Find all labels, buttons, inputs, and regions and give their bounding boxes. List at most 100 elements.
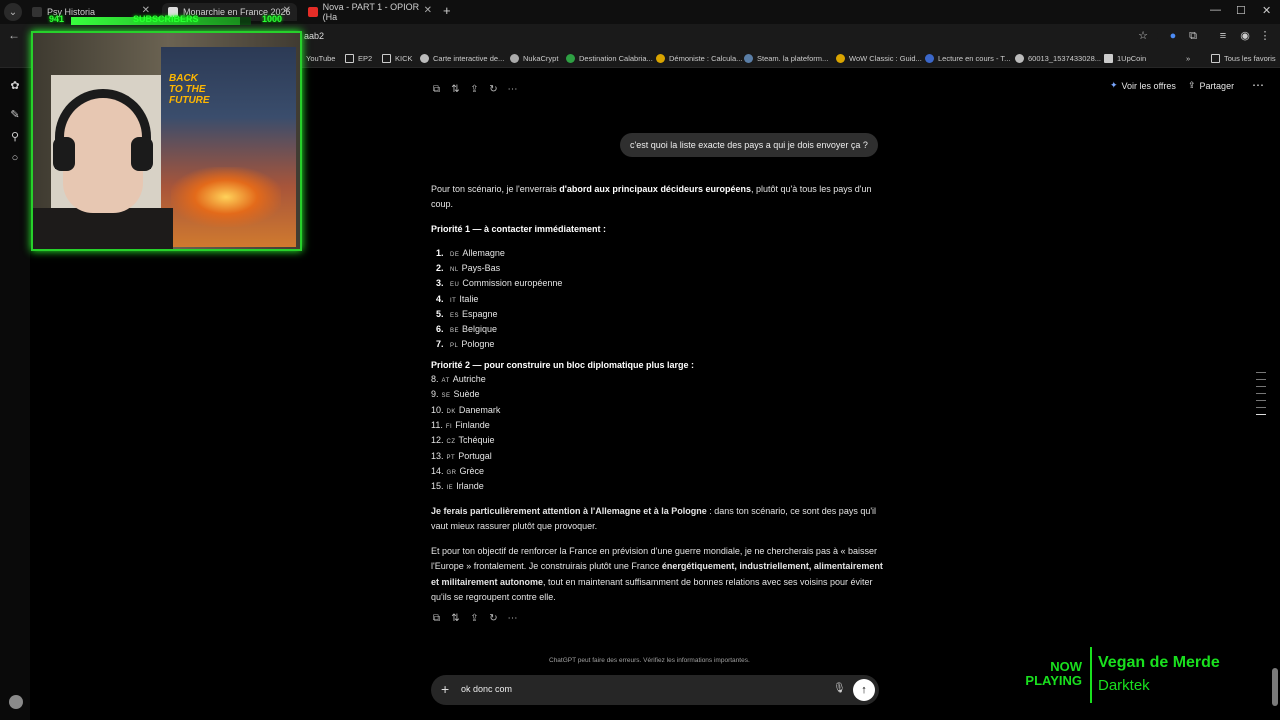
regenerate-icon[interactable]: ↻ [488, 613, 499, 624]
bookmark-label: YouTube [306, 53, 336, 63]
new-chat-icon[interactable]: ✎ [9, 109, 21, 121]
more-options-icon[interactable]: ⋯ [1252, 78, 1264, 92]
bookmark-label: Lecture en cours - T... [938, 53, 1011, 63]
country-name: Allemagne [462, 248, 505, 258]
country-list-item: 3. EU Commission européenne [436, 278, 562, 288]
flag-icon: NL [450, 267, 459, 274]
flag-icon: EU [450, 282, 460, 289]
bookmark-lecture[interactable]: Lecture en cours - T... [925, 51, 1010, 65]
tab-search-button[interactable]: ⌄ [4, 3, 22, 21]
tab-media-icon[interactable]: ≡ [1216, 29, 1230, 43]
bookmark-kick[interactable]: KICK [382, 51, 413, 65]
bookmark-nukacrypt[interactable]: NukaCrypt [510, 51, 558, 65]
bookmarks-overflow-icon[interactable]: » [1186, 51, 1190, 65]
flag-icon: ES [450, 312, 460, 319]
chatgpt-logo-icon[interactable]: ✿ [9, 80, 21, 92]
copy-icon[interactable]: ⧉ [431, 84, 442, 95]
bookmark-label: NukaCrypt [523, 53, 559, 63]
country-name: Espagne [462, 308, 498, 319]
conversation-minimap[interactable] [1256, 372, 1266, 421]
extensions-puzzle-icon[interactable]: ⧉ [1186, 29, 1200, 43]
bookmark-youtube[interactable]: YouTube [306, 51, 335, 65]
list-number: 6. [436, 324, 444, 334]
country-name: Portugal [458, 450, 492, 461]
country-name: Italie [459, 293, 479, 304]
microphone-icon[interactable]: 🎙 [833, 683, 846, 694]
now-playing-divider [1090, 647, 1092, 703]
chat-bubble-icon[interactable]: ○ [9, 152, 21, 164]
site-icon [566, 53, 575, 63]
bookmark-label: WoW Classic : Guid... [849, 53, 922, 63]
bookmark-carte[interactable]: Carte interactive de... [420, 51, 504, 65]
flag-icon: DK [446, 408, 456, 415]
scrollbar[interactable] [1272, 668, 1278, 706]
flag-icon: DE [450, 252, 460, 258]
now-playing-label: NOW PLAYING [1025, 659, 1082, 688]
folder-icon [1211, 53, 1220, 63]
bookmark-ep2[interactable]: EP2 [345, 51, 372, 65]
address-bar[interactable]: aab2 [298, 27, 1158, 45]
minimize-icon[interactable]: — [1210, 4, 1221, 16]
bookmark-label: 60013_1537433028... [1028, 53, 1101, 63]
new-tab-button[interactable]: + [443, 3, 451, 18]
bookmark-label: 1UpCoin [1117, 53, 1147, 63]
share-message-icon[interactable]: ⇪ [469, 84, 480, 95]
profile-icon[interactable]: ◉ [1238, 29, 1252, 43]
search-icon[interactable]: ⚲ [9, 131, 21, 143]
disclaimer-text: ChatGPT peut faire des erreurs. Vérifiez… [549, 657, 750, 664]
country-name: Belgique [462, 324, 498, 334]
list-number: 8. [431, 374, 439, 384]
share-button[interactable]: ⇪ Partager [1188, 80, 1234, 91]
bookmark-steam[interactable]: Steam. la plateform... [744, 51, 828, 65]
bookmark-label: Démoniste : Calcula... [669, 53, 743, 63]
final-paragraph: Et pour ton objectif de renforcer la Fra… [431, 544, 883, 605]
country-name: Pays-Bas [461, 263, 501, 274]
flag-icon: BE [450, 328, 460, 334]
copy-icon[interactable]: ⧉ [431, 613, 442, 624]
bookmark-label: EP2 [358, 53, 373, 63]
close-icon[interactable]: ✕ [424, 5, 432, 16]
country-list-item: 15. IE Irlande [431, 481, 484, 491]
bookmark-demoniste[interactable]: Démoniste : Calcula... [656, 51, 742, 65]
tab-title: Nova - PART 1 - OPIOR (Ha [322, 2, 420, 22]
bookmark-all-favorites[interactable]: Tous les favoris [1211, 51, 1276, 65]
subscriber-label: SUBSCRIBERS [133, 14, 199, 24]
more-icon[interactable]: ⋯ [507, 613, 518, 624]
folder-icon [345, 53, 354, 63]
previous-message-actions: ⧉ ⇅ ⇪ ↻ ⋯ [431, 84, 518, 95]
bookmark-calabria[interactable]: Destination Calabria... [566, 51, 653, 65]
send-button[interactable]: ↑ [853, 679, 875, 701]
bookmark-60013[interactable]: 60013_1537433028... [1015, 51, 1101, 65]
avatar[interactable] [9, 695, 23, 709]
share-label: Partager [1199, 80, 1235, 91]
list-number: 11. [431, 419, 443, 430]
extension-icon[interactable]: ● [1166, 29, 1180, 43]
feedback-icon[interactable]: ⇅ [450, 84, 461, 95]
bookmark-label: Destination Calabria... [579, 53, 653, 63]
bookmark-label: KICK [395, 53, 413, 63]
headphone-ear-right [131, 137, 153, 171]
more-icon[interactable]: ⋯ [507, 84, 518, 95]
list-number: 9. [431, 389, 439, 400]
browser-menu-icon[interactable]: ⋮ [1258, 29, 1272, 43]
regenerate-icon[interactable]: ↻ [488, 84, 499, 95]
back-arrow-icon[interactable]: ← [8, 28, 20, 42]
bookmark-star-icon[interactable]: ☆ [1136, 29, 1150, 43]
window-close-icon[interactable]: ✕ [1262, 4, 1271, 17]
country-list-item: 5. ES Espagne [436, 309, 498, 319]
list-number: 3. [436, 278, 444, 289]
tab-nova[interactable]: Nova - PART 1 - OPIOR (Ha ✕ [302, 2, 438, 22]
message-input[interactable]: ok donc com [461, 684, 821, 694]
bookmark-label: Steam. la plateform... [757, 53, 829, 63]
list-number: 13. [431, 450, 444, 461]
poster-fire [171, 167, 281, 227]
flag-icon: GR [446, 469, 457, 476]
feedback-icon[interactable]: ⇅ [450, 613, 461, 624]
bookmark-wow[interactable]: WoW Classic : Guid... [836, 51, 922, 65]
bookmark-1upcoin[interactable]: 1UpCoin [1104, 51, 1146, 65]
see-offers-button[interactable]: ✦ Voir les offres [1110, 80, 1176, 91]
share-message-icon[interactable]: ⇪ [469, 613, 480, 624]
site-icon [836, 53, 845, 63]
add-attachment-icon[interactable]: + [441, 681, 449, 697]
maximize-icon[interactable]: ☐ [1236, 4, 1246, 17]
